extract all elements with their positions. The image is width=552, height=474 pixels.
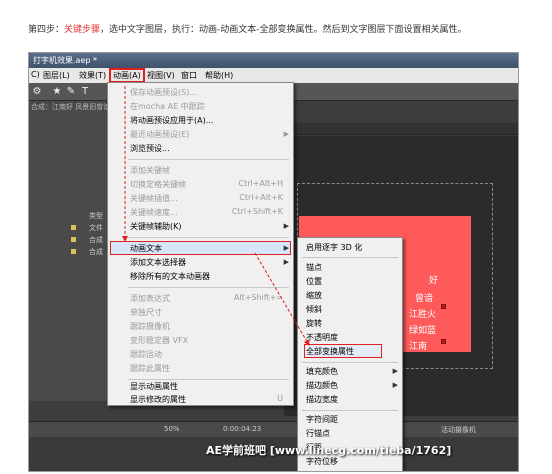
- instruction-step: 第四步：: [28, 25, 65, 35]
- callout-arrows: [122, 86, 310, 346]
- instruction-highlight: 关键步骤: [64, 25, 101, 35]
- ae-screenshot: 打字机效果.aep * C) 图层(L) 效果(T) 动画(A) 视图(V) 窗…: [28, 52, 519, 472]
- instruction-rest: ，选中文字图层，执行：动画-动画文本-全部变换属性。然后到文字图层下面设置相关属…: [100, 25, 467, 35]
- instruction-text: 第四步：关键步骤，选中文字图层，执行：动画-动画文本-全部变换属性。然后到文字图…: [28, 22, 467, 35]
- watermark: AE学前班吧 [www.linecg.com/tieba/1762]: [206, 444, 452, 457]
- arrow-item-to-submenu: [254, 252, 310, 346]
